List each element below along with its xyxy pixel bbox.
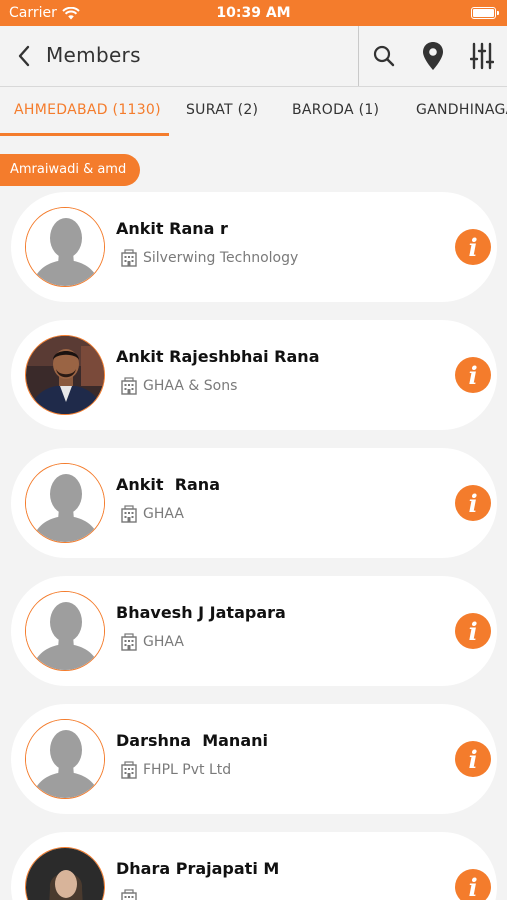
member-company: [120, 889, 143, 900]
back-chevron-icon: [18, 45, 30, 67]
member-company: GHAA: [120, 633, 184, 651]
city-tabs: AHMEDABAD (1130) SURAT (2) BARODA (1) GA…: [0, 88, 507, 136]
back-button[interactable]: [10, 41, 38, 71]
company-name: FHPL Pvt Ltd: [143, 762, 232, 778]
member-name: Dhara Prajapati M: [116, 859, 280, 878]
search-button[interactable]: [367, 39, 401, 73]
member-list: Ankit Rana r Silverwing Technology i Ank…: [0, 190, 507, 900]
avatar-placeholder-icon: [26, 720, 104, 798]
info-icon: i: [468, 744, 478, 774]
company-name: Silverwing Technology: [143, 250, 299, 266]
avatar-placeholder-icon: [26, 208, 104, 286]
member-company: GHAA & Sons: [120, 377, 237, 395]
info-icon: i: [468, 616, 478, 646]
avatar: [25, 719, 105, 799]
avatar: [25, 207, 105, 287]
building-icon: [121, 377, 137, 395]
info-icon: i: [468, 360, 478, 390]
location-pin-icon: [423, 42, 443, 70]
member-name: Bhavesh J Jatapara: [116, 603, 286, 622]
info-button[interactable]: i: [455, 485, 491, 521]
info-button[interactable]: i: [455, 229, 491, 265]
info-button[interactable]: i: [455, 357, 491, 393]
tab-ahmedabad[interactable]: AHMEDABAD (1130): [14, 102, 161, 118]
avatar-placeholder-icon: [26, 464, 104, 542]
member-name: Ankit Rana r: [116, 219, 228, 238]
building-icon: [121, 633, 137, 651]
status-bar: Carrier 10:39 AM: [0, 0, 507, 26]
info-icon: i: [468, 488, 478, 518]
member-card[interactable]: Darshna Manani FHPL Pvt Ltd i: [11, 704, 497, 814]
info-button[interactable]: i: [455, 613, 491, 649]
tab-gandhinagar[interactable]: GANDHINAGAR: [416, 102, 507, 118]
building-icon: [121, 889, 137, 900]
avatar: [25, 847, 105, 900]
company-name: GHAA: [143, 634, 184, 650]
avatar: [25, 335, 105, 415]
member-card[interactable]: Dhara Prajapati M i: [11, 832, 497, 900]
status-time: 10:39 AM: [216, 5, 291, 21]
member-name: Darshna Manani: [116, 731, 268, 750]
info-button[interactable]: i: [455, 869, 491, 900]
company-name: GHAA: [143, 506, 184, 522]
active-tab-indicator: [0, 133, 169, 136]
search-icon: [373, 45, 395, 67]
member-company: Silverwing Technology: [120, 249, 298, 267]
page-title: Members: [46, 43, 141, 67]
tab-baroda[interactable]: BARODA (1): [292, 102, 379, 118]
member-card[interactable]: Bhavesh J Jatapara GHAA i: [11, 576, 497, 686]
battery-icon: [471, 7, 499, 19]
company-name: GHAA & Sons: [143, 378, 238, 394]
building-icon: [121, 249, 137, 267]
member-name: Ankit Rana: [116, 475, 220, 494]
member-photo: [26, 848, 104, 900]
member-company: GHAA: [120, 505, 184, 523]
member-card[interactable]: Ankit Rajeshbhai Rana GHAA & Sons i: [11, 320, 497, 430]
location-button[interactable]: [416, 39, 450, 73]
member-card[interactable]: Ankit Rana r Silverwing Technology i: [11, 192, 497, 302]
member-card[interactable]: Ankit Rana GHAA i: [11, 448, 497, 558]
member-name: Ankit Rajeshbhai Rana: [116, 347, 320, 366]
tab-surat[interactable]: SURAT (2): [186, 102, 258, 118]
building-icon: [121, 761, 137, 779]
avatar-placeholder-icon: [26, 592, 104, 670]
filter-sliders-icon: [470, 42, 494, 70]
avatar: [25, 591, 105, 671]
info-icon: i: [468, 872, 478, 900]
info-button[interactable]: i: [455, 741, 491, 777]
filter-button[interactable]: [465, 39, 499, 73]
group-chip[interactable]: Amraiwadi & amd: [0, 154, 140, 186]
app-header: Members: [0, 26, 507, 87]
avatar: [25, 463, 105, 543]
member-photo: [26, 336, 104, 414]
header-divider: [358, 26, 359, 86]
member-company: FHPL Pvt Ltd: [120, 761, 231, 779]
info-icon: i: [468, 232, 478, 262]
building-icon: [121, 505, 137, 523]
